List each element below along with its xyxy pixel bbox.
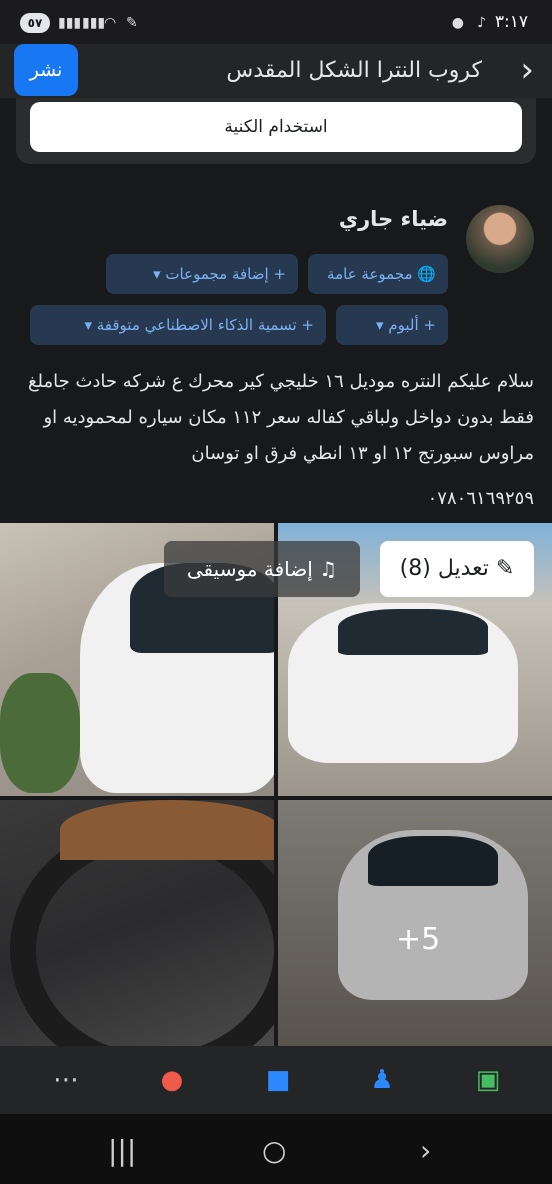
use-nickname-button[interactable]: استخدام الكنية xyxy=(30,102,522,152)
status-bar: ٣:١٧ ٥٧ ▮▮▮ ▮▮▮ ◠ ✎ ● ♪ xyxy=(0,0,552,44)
battery-icon: ٥٧ xyxy=(20,13,50,33)
more-photos-count[interactable]: +5 xyxy=(396,922,440,957)
home-icon[interactable]: ○ xyxy=(262,1134,286,1167)
header: › كروب النترا الشكل المقدس نشر xyxy=(0,44,552,98)
add-music-button[interactable]: ♫ إضافة موسيقى xyxy=(164,541,360,597)
publish-button[interactable]: نشر xyxy=(14,44,78,96)
audience-button[interactable]: 🌐 مجموعة عامة xyxy=(308,254,448,294)
album-button[interactable]: + ألبوم ▾ xyxy=(336,305,448,345)
edit-photos-button[interactable]: ✎ تعديل (8) xyxy=(380,541,534,597)
add-groups-button[interactable]: + إضافة مجموعات ▾ xyxy=(106,254,298,294)
chevron-down-icon: ▾ xyxy=(376,316,389,334)
photo-3[interactable] xyxy=(0,800,274,1046)
status-time: ٣:١٧ xyxy=(494,12,528,32)
page-title: كروب النترا الشكل المقدس xyxy=(226,58,482,83)
ai-label-button[interactable]: + تسمية الذكاء الاصطناعي متوقفة ▾ xyxy=(30,305,326,345)
tag-people-icon[interactable]: ♟ xyxy=(362,1060,402,1100)
snapchat-icon: ● xyxy=(451,15,464,31)
recents-icon[interactable]: ||| xyxy=(108,1134,136,1167)
avatar xyxy=(466,205,534,273)
more-options-icon[interactable]: ⋯ xyxy=(46,1060,86,1100)
globe-icon: 🌐 xyxy=(412,265,436,283)
chevron-down-icon: ▾ xyxy=(153,265,166,283)
chevron-down-icon: ▾ xyxy=(84,316,97,334)
wood-trim xyxy=(60,800,274,860)
author-name: ضياء جاري xyxy=(338,207,448,231)
location-pin-icon[interactable]: ● xyxy=(152,1060,192,1100)
camera-icon[interactable]: ■ xyxy=(258,1060,298,1100)
back-nav-icon[interactable]: › xyxy=(420,1134,431,1167)
post-text[interactable]: سلام عليكم النتره موديل ١٦ خليجي كير محر… xyxy=(18,364,534,472)
tiktok-icon: ♪ xyxy=(477,15,486,31)
pencil-icon: ✎ xyxy=(488,556,515,581)
back-icon[interactable]: › xyxy=(520,52,534,88)
composer-toolbar: ⋯ ● ■ ♟ ▣ xyxy=(0,1046,552,1114)
plant xyxy=(0,673,80,793)
photo-gallery-icon[interactable]: ▣ xyxy=(468,1060,508,1100)
music-note-icon: ♫ xyxy=(312,557,338,581)
system-nav-bar: ||| ○ › xyxy=(0,1114,552,1184)
signal-icon: ▮▮▮ xyxy=(58,15,82,31)
signal-icon: ▮▮▮ xyxy=(82,15,106,31)
post-phone: ٠٧٨٠٦١٦٩٢٥٩ xyxy=(427,488,534,509)
wifi-icon: ◠ xyxy=(104,15,117,31)
pen-icon: ✎ xyxy=(126,15,138,31)
